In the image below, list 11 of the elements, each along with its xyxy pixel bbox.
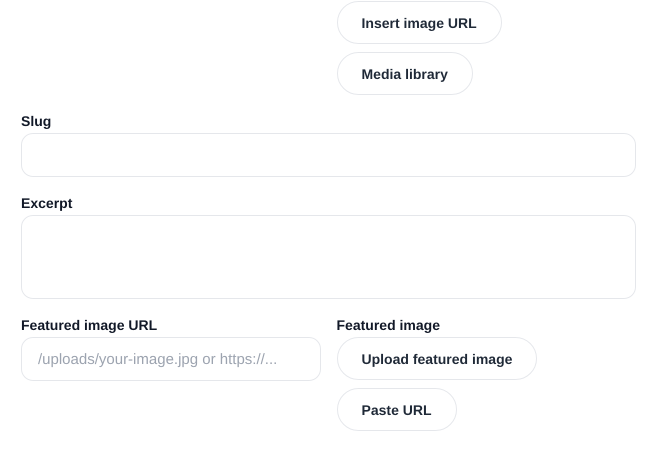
excerpt-field[interactable] <box>21 215 636 299</box>
field-label: Featured image URL <box>21 317 158 333</box>
pill-button[interactable]: Insert image URL <box>336 1 502 44</box>
field-label: Featured image <box>336 317 441 333</box>
pill-button[interactable]: Paste URL <box>336 388 457 431</box>
field-label: Slug <box>21 113 52 129</box>
pill-button[interactable]: Upload featured image <box>336 337 538 380</box>
slug-field[interactable] <box>21 133 636 177</box>
pill-button[interactable]: Media library <box>336 52 473 95</box>
featured-image-url-field[interactable]: /uploads/your-image.jpg or https://... <box>21 337 320 381</box>
field-label: Excerpt <box>21 195 74 211</box>
